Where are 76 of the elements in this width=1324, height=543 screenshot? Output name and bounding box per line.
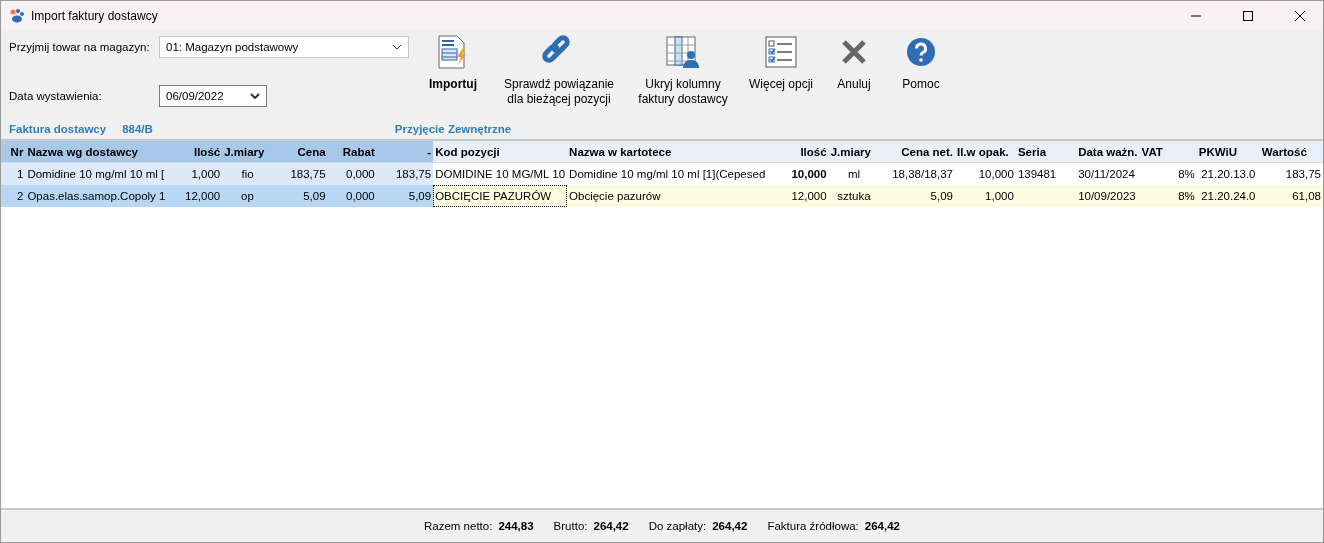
total-value: 264,42 — [712, 520, 748, 532]
options-button[interactable]: Więcej opcji — [735, 33, 827, 92]
table-cell: 21.20.24.0 — [1196, 185, 1260, 207]
table-cell: 18,38/18,37 — [879, 162, 955, 185]
chevron-down-icon — [392, 44, 402, 50]
date-label: Data wystawienia: — [9, 90, 103, 102]
column-header[interactable]: Nazwa wg dostawcy — [25, 141, 168, 163]
total-label: Faktura źródłowa: — [767, 520, 859, 532]
help-icon — [906, 37, 936, 67]
column-header[interactable]: - — [376, 141, 434, 163]
table-cell: Domidine 10 mg/ml 10 ml [1](Cepesed — [567, 162, 768, 185]
cancel-button[interactable]: Anuluj — [827, 33, 881, 92]
caret-icon — [250, 93, 260, 99]
column-header[interactable]: Cena net. — [879, 141, 955, 163]
table-cell: 2 — [1, 185, 26, 207]
column-header[interactable]: J.miary — [828, 141, 880, 163]
total-label: Do zapłaty: — [648, 520, 707, 532]
table-cell: 0,000 — [327, 185, 377, 207]
maximize-icon[interactable] — [1243, 10, 1253, 21]
paw-icon — [9, 8, 25, 23]
table-cell: 5,09 — [376, 185, 434, 207]
column-header[interactable]: Data ważn. — [1076, 141, 1140, 163]
total-label: Razem netto: — [424, 520, 493, 532]
date-picker[interactable]: 06/09/2022 — [159, 85, 267, 107]
table-cell: fio — [222, 162, 273, 185]
help-button[interactable]: Pomoc — [881, 33, 961, 92]
column-header[interactable]: J.miary — [222, 141, 273, 163]
table-cell: 5,09 — [879, 185, 955, 207]
total-label: Brutto: — [553, 520, 588, 532]
table-cell: 30/11/2024 — [1076, 162, 1140, 185]
total-value: 244,83 — [498, 520, 534, 532]
column-header[interactable]: Ilość — [767, 141, 829, 163]
table-cell: 12,000 — [167, 185, 223, 207]
column-header[interactable]: Nr — [1, 141, 26, 163]
column-header[interactable]: Rabat — [327, 141, 377, 163]
table-cell: op — [222, 185, 273, 207]
table-cell: 5,09 — [272, 185, 328, 207]
table-cell: Opas.elas.samop.Copoly 1 — [25, 185, 168, 207]
column-header[interactable]: Wartość — [1259, 141, 1323, 163]
checklist-icon — [765, 36, 797, 68]
table-cell: OBCIĘCIE PAZURÓW — [433, 185, 568, 207]
import-button[interactable]: Importuj — [419, 33, 487, 92]
column-header[interactable]: Ilość — [167, 141, 223, 163]
table-cell: 12,000 — [767, 185, 829, 207]
table-cell: 8% — [1139, 185, 1197, 207]
table-cell: 1 — [1, 162, 26, 185]
column-header[interactable]: VAT — [1139, 141, 1197, 163]
total-value: 264,42 — [593, 520, 629, 532]
columns-button[interactable]: Ukryj kolumny faktury dostawcy — [631, 33, 735, 107]
window-title: Import faktury dostawcy — [31, 8, 159, 23]
table-cell: 61,08 — [1259, 185, 1323, 207]
document-type: Przyjęcie Zewnętrzne — [394, 122, 512, 135]
table-cell: 10,000 — [767, 162, 829, 185]
close-icon[interactable] — [1295, 10, 1305, 21]
link-button[interactable]: Sprawdź powiązanie dla bieżącej pozycji — [487, 33, 631, 107]
table-cell: 10/09/2023 — [1076, 185, 1140, 207]
table-person-icon — [666, 35, 700, 69]
table-cell: sztuka — [828, 185, 880, 207]
invoice-number: 884/B — [122, 122, 153, 135]
column-header[interactable]: Kod pozycji — [433, 141, 568, 163]
close-icon — [841, 39, 867, 65]
document-bolt-icon — [437, 35, 469, 69]
column-header[interactable]: Nazwa w kartotece — [567, 141, 768, 163]
invoice-label: Faktura dostawcy — [9, 122, 107, 135]
warehouse-label: Przyjmij towar na magazyn: — [9, 41, 151, 53]
table-cell: Obcięcie pazurów — [567, 185, 768, 207]
table-cell: Domidine 10 mg/ml 10 ml [ — [25, 162, 168, 185]
warehouse-dropdown[interactable]: 01: Magazyn podstawowy — [159, 36, 409, 58]
table-cell: DOMIDINE 10 MG/ML 10 — [433, 162, 568, 185]
total-value: 264,42 — [864, 520, 900, 532]
table-cell: 1,000 — [167, 162, 223, 185]
table-cell: 1,000 — [955, 185, 1016, 207]
column-header[interactable]: Cena — [272, 141, 328, 163]
column-header[interactable]: Il.w opak. — [955, 141, 1016, 163]
column-header[interactable]: PKWiU — [1196, 141, 1260, 163]
column-header[interactable]: Seria — [1015, 141, 1077, 163]
